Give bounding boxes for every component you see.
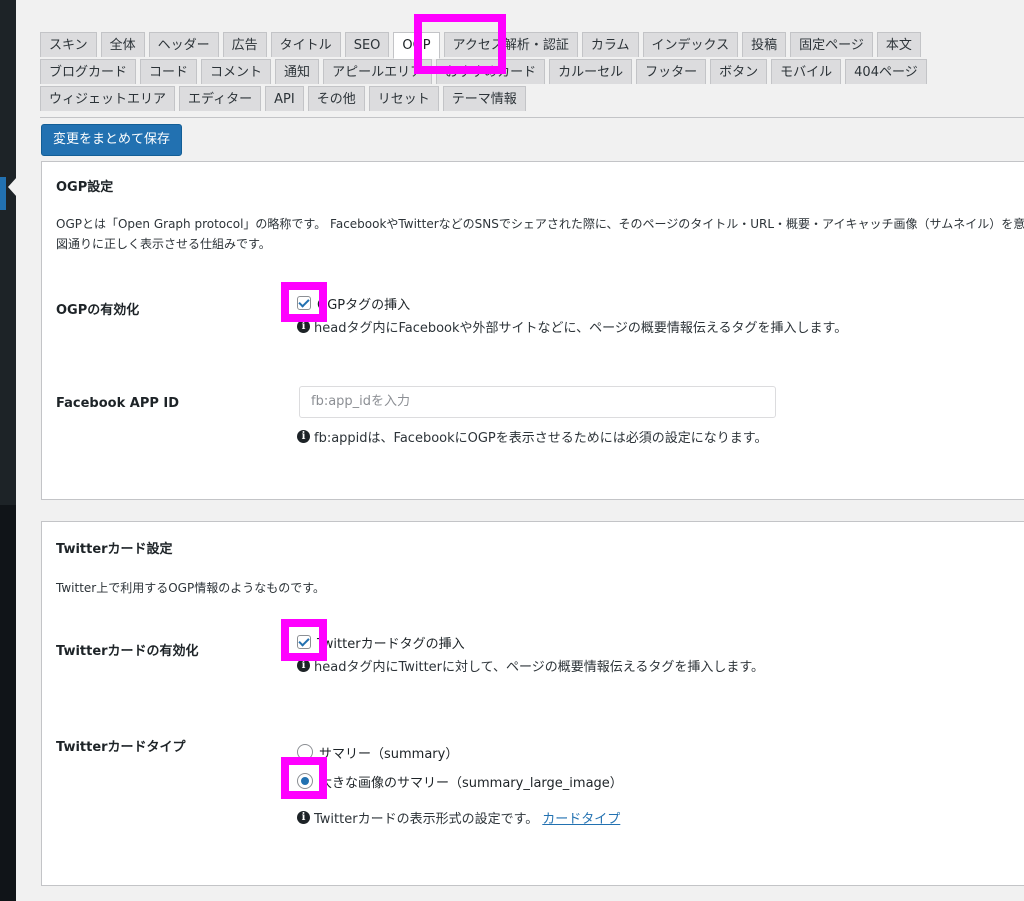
info-icon: i — [297, 810, 310, 824]
tab-row-2: ブログカード コード コメント 通知 アピールエリア おすすめカード カルーセル フッター ボタ… — [40, 59, 1024, 86]
tab-row1-8[interactable]: カラム — [581, 32, 639, 57]
tab-row2-9[interactable]: モバイル — [771, 59, 842, 84]
highlight-large-image-radio — [281, 757, 327, 799]
tab-row2-0[interactable]: ブログカード — [40, 59, 137, 84]
tab-row1-5[interactable]: SEO — [344, 32, 390, 57]
tab-row3-5[interactable]: テーマ情報 — [442, 86, 526, 111]
twitter-card-panel: Twitterカード設定 Twitter上で利用するOGP情報のようなものです。… — [41, 521, 1024, 886]
tab-row2-10[interactable]: 404ページ — [845, 59, 927, 84]
twitter-enable-hint: i headタグ内にTwitterに対して、ページの概要情報伝えるタグを挿入しま… — [297, 655, 764, 675]
ogp-enable-label: OGPの有効化 — [56, 303, 140, 318]
radio-large-image-label[interactable]: 大きな画像のサマリー（summary_large_image） — [319, 772, 623, 791]
tab-row3-2[interactable]: API — [265, 86, 304, 111]
twitter-enable-field: Twitterカードタグの挿入 i headタグ内にTwitterに対して、ペー… — [297, 632, 764, 675]
twitter-enable-hint-text: headタグ内にTwitterに対して、ページの概要情報伝えるタグを挿入します。 — [314, 659, 765, 675]
tab-row-1: スキン 全体 ヘッダー 広告 タイトル SEO OGP アクセス解析・認証 カラム インデックス投… — [40, 32, 1024, 59]
tab-row3-4[interactable]: リセット — [368, 86, 439, 111]
ogp-enable-field: OGPタグの挿入 i headタグ内にFacebookや外部サイトなどに、ページ… — [297, 293, 847, 336]
facebook-app-id-input[interactable]: fb:app_idを入力 — [299, 386, 776, 418]
info-icon: i — [297, 429, 310, 443]
sidebar-active-strip — [0, 177, 6, 210]
ogp-tag-checkbox-label[interactable]: OGPタグの挿入 — [317, 294, 410, 313]
facebook-app-id-hint: i fb:appidは、FacebookにOGPを表示させるためには必須の設定に… — [297, 426, 767, 446]
twitter-panel-title: Twitterカード設定 — [56, 542, 173, 557]
facebook-app-id-hint-text: fb:appidは、FacebookにOGPを表示させるためには必須の設定になり… — [314, 430, 768, 446]
tab-row1-0[interactable]: スキン — [40, 32, 97, 57]
ogp-enable-hint: i headタグ内にFacebookや外部サイトなどに、ページの概要情報伝えるタ… — [297, 316, 847, 336]
twitter-card-type-field: サマリー（summary） 大きな画像のサマリー（summary_large_i… — [297, 742, 623, 827]
tab-row-3: ウィジェットエリア エディター API その他 リセット テーマ情報 — [40, 86, 1024, 113]
ogp-settings-panel: OGP設定 OGPとは「Open Graph protocol」の略称です。 F… — [41, 161, 1024, 500]
twitter-card-type-label: Twitterカードタイプ — [56, 740, 186, 755]
tab-row3-1[interactable]: エディター — [179, 86, 262, 111]
tab-row1-10[interactable]: 投稿 — [742, 32, 787, 57]
twitter-tag-checkbox-row[interactable]: Twitterカードタグの挿入 — [297, 632, 764, 652]
ogp-tag-checkbox-row[interactable]: OGPタグの挿入 — [297, 293, 847, 313]
radio-summary-label[interactable]: サマリー（summary） — [319, 743, 458, 762]
radio-summary-row[interactable]: サマリー（summary） — [297, 742, 623, 762]
tab-row2-3[interactable]: 通知 — [275, 59, 320, 84]
highlight-ogp-checkbox — [281, 282, 327, 322]
facebook-app-id-field: i fb:appidは、FacebookにOGPを表示させるためには必須の設定に… — [297, 426, 767, 446]
twitter-card-type-hint: i Twitterカードの表示形式の設定です。 カードタイプ — [297, 807, 623, 827]
facebook-app-id-label: Facebook APP ID — [56, 396, 180, 411]
highlight-twitter-checkbox — [281, 619, 327, 661]
ogp-description: OGPとは「Open Graph protocol」の略称です。 Faceboo… — [56, 217, 1024, 251]
twitter-tag-checkbox-label[interactable]: Twitterカードタグの挿入 — [317, 633, 465, 652]
tab-row3-3[interactable]: その他 — [307, 86, 365, 111]
card-type-link[interactable]: カードタイプ — [542, 808, 620, 827]
twitter-enable-label: Twitterカードの有効化 — [56, 644, 199, 659]
tab-row2-8[interactable]: ボタン — [710, 59, 768, 84]
sidebar-lower-area — [0, 505, 16, 901]
tab-row1-2[interactable]: ヘッダー — [148, 32, 219, 57]
twitter-description: Twitter上で利用するOGP情報のようなものです。 — [56, 581, 326, 595]
ogp-panel-title: OGP設定 — [56, 180, 114, 195]
save-all-button[interactable]: 変更をまとめて保存 — [41, 124, 183, 156]
sidebar-current-arrow-icon — [8, 177, 17, 197]
ogp-enable-hint-text: headタグ内にFacebookや外部サイトなどに、ページの概要情報伝えるタグを… — [314, 320, 848, 336]
radio-large-image-row[interactable]: 大きな画像のサマリー（summary_large_image） — [297, 771, 623, 791]
tab-row3-0[interactable]: ウィジェットエリア — [40, 86, 176, 111]
tab-row1-4[interactable]: タイトル — [270, 32, 341, 57]
tab-row2-2[interactable]: コメント — [201, 59, 272, 84]
tab-row2-1[interactable]: コード — [140, 59, 198, 84]
tab-row1-1[interactable]: 全体 — [100, 32, 145, 57]
tab-row1-3[interactable]: 広告 — [222, 32, 267, 57]
settings-tabs: スキン 全体 ヘッダー 広告 タイトル SEO OGP アクセス解析・認証 カラム インデックス投… — [40, 32, 1024, 113]
tab-row2-7[interactable]: フッター — [636, 59, 707, 84]
tab-divider — [40, 117, 1024, 118]
tab-row2-6[interactable]: カルーセル — [549, 59, 633, 84]
twitter-card-type-hint-text: Twitterカードの表示形式の設定です。 — [314, 811, 539, 827]
tab-row1-9[interactable]: インデックス — [642, 32, 739, 57]
admin-sidebar — [0, 0, 17, 901]
highlight-ogp-tab — [414, 14, 506, 74]
tab-row1-11[interactable]: 固定ページ — [790, 32, 873, 57]
tab-row1-12[interactable]: 本文 — [876, 32, 921, 57]
